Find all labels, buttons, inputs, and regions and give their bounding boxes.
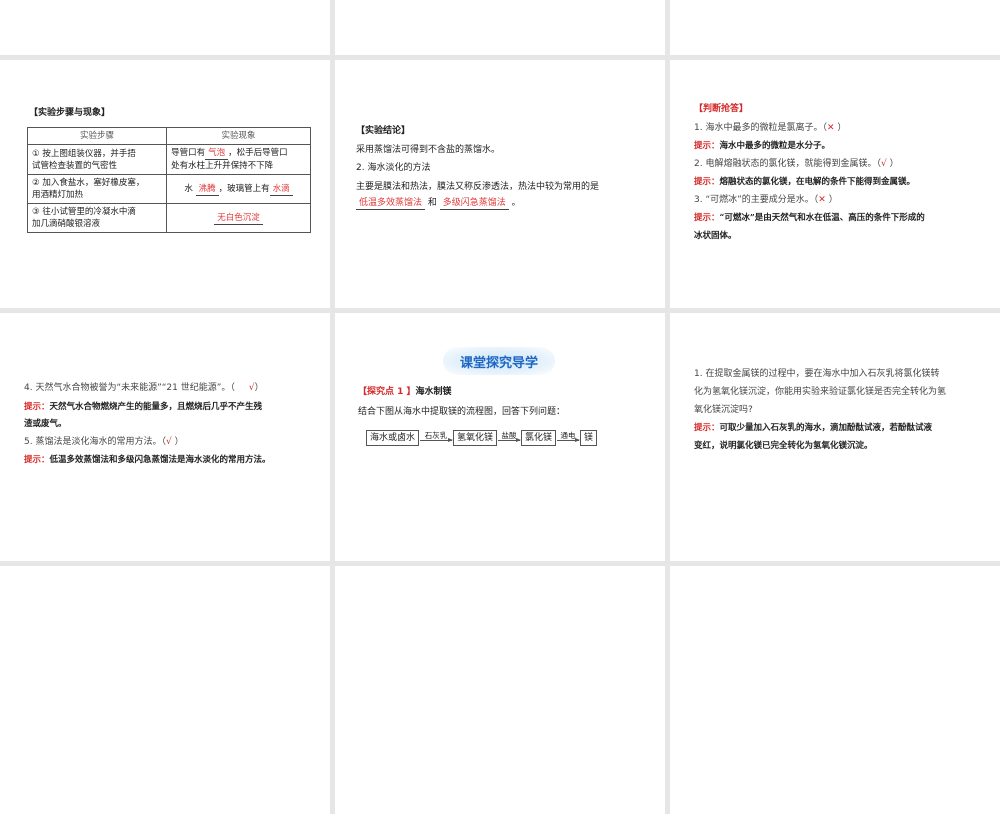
cross-icon: ✕ <box>826 123 835 133</box>
step-text: 加几滴硝酸银溶液 <box>32 219 101 229</box>
banner-cloud: 课堂探究导学 <box>443 347 555 375</box>
experiment-table: 实验步骤 实验现象 ① 按上图组装仪器，并手捂 试管检查装置的气密性 导管口有 气泡，… <box>26 127 311 233</box>
answer-blank: 多级闪急蒸馏法 <box>439 197 509 210</box>
text: 和 <box>427 198 437 208</box>
phenomenon-text: ，松手后导管口 <box>228 148 288 158</box>
hint-text: 可取少量加入石灰乳的海水，滴加酚酞试液，若酚酞试液 <box>719 423 933 433</box>
table-row: ② 加入食盐水，塞好橡皮塞， 用酒精灯加热 水 沸腾 ，玻璃管上有 水滴 <box>26 174 311 204</box>
hint-text: “可燃冰”是由天然气和水在低温、高压的条件下形成的 <box>719 213 925 223</box>
explore-tag: 【探究点 1 】 <box>358 387 416 397</box>
bracket: ） <box>886 159 899 169</box>
slide-judge[interactable]: 【判断抢答】 1. 海水中最多的微粒是氯离子。（✕ ） 提示：海水中最多的微粒是… <box>670 60 1000 308</box>
question: 5. 蒸馏法是淡化海水的常用方法。（ <box>24 437 166 447</box>
question: 3. “可燃冰”的主要成分是水。（ <box>694 195 819 205</box>
bracket: ） <box>171 437 184 447</box>
hint-text: 渣或废气。 <box>24 419 67 429</box>
hint-text: 冰状固体。 <box>694 231 737 241</box>
slide-thumbnail[interactable] <box>335 0 665 55</box>
slide-thumbnail[interactable] <box>335 566 665 814</box>
answer-blank: 无白色沉淀 <box>214 212 263 225</box>
section-title: 【实验结论】 <box>356 126 411 136</box>
hint-label: 提示： <box>694 213 720 223</box>
step-text: ① 按上图组装仪器，并手捂 <box>32 148 136 159</box>
banner-title: 课堂探究导学 <box>459 356 538 371</box>
slide-experiment-steps[interactable]: 【实验步骤与现象】 实验步骤 实验现象 ① 按上图组装仪器，并手捂 试管检查装置的气… <box>0 60 330 308</box>
text-line: 2. 海水淡化的方法 <box>356 163 431 173</box>
answer-blank: 水滴 <box>269 183 293 196</box>
hint-label: 提示： <box>694 141 720 151</box>
phenomenon-text: 水 <box>184 183 193 194</box>
hint-text: 变红，说明氯化镁已完全转化为氢氧化镁沉淀。 <box>694 441 873 451</box>
step-text: 用酒精灯加热 <box>32 190 84 200</box>
flow-arrow: 通电 <box>557 431 581 446</box>
flow-node: 氢氧化镁 <box>453 430 498 446</box>
table-row: ① 按上图组装仪器，并手捂 试管检查装置的气密性 导管口有 气泡 ，松手后导管口处有水… <box>26 144 311 175</box>
flow-node: 海水或卤水 <box>366 430 420 446</box>
intro-text: 结合下图从海水中提取镁的流程图，回答下列问题： <box>358 407 566 417</box>
text-line: 主要是膜法和热法，膜法又称反渗透法，热法中较为常用的是 <box>356 182 600 192</box>
step-text: ③ 往小试管里的冷凝水中滴 <box>32 207 136 217</box>
slide-thumbnail[interactable] <box>0 0 330 55</box>
arrow-label: 盐酸 <box>501 431 517 440</box>
flow-node: 氯化镁 <box>521 430 557 446</box>
question-text: 1. 在提取金属镁的过程中，要在海水中加入石灰乳将氯化镁转 <box>694 369 940 379</box>
bracket: ） <box>834 123 847 133</box>
step-text: 试管检查装置的气密性 <box>32 160 118 171</box>
column-header: 实验现象 <box>166 127 311 145</box>
answer-blank: 沸腾 <box>195 183 219 196</box>
step-text: ② 加入食盐水，塞好橡皮塞， <box>32 178 145 188</box>
bracket: ） <box>254 383 264 393</box>
arrow-label: 石灰乳 <box>424 431 448 440</box>
hint-label: 提示： <box>694 423 720 433</box>
topic: 海水制镁 <box>415 387 452 397</box>
flow-node: 镁 <box>580 430 598 446</box>
hint-text: 低温多效蒸馏法和多级闪急蒸馏法是海水淡化的常用方法。 <box>49 455 271 465</box>
hint-label: 提示： <box>694 177 720 187</box>
section-title: 【判断抢答】 <box>694 104 749 114</box>
question-text: 氧化镁沉淀吗? <box>694 405 753 415</box>
bracket: ） <box>825 195 838 205</box>
arrow-label: 通电 <box>560 431 576 440</box>
answer-blank: 气泡 <box>205 147 229 160</box>
text: 。 <box>511 198 521 208</box>
question: 4. 天然气水合物被誉为“未来能源”“21 世纪能源”。（ <box>24 383 235 393</box>
cross-icon: ✕ <box>818 195 826 205</box>
hint-text: 海水中最多的微粒是水分子。 <box>719 141 831 151</box>
slide-judge-continued[interactable]: 4. 天然气水合物被誉为“未来能源”“21 世纪能源”。（ √） 提示：天然气水合… <box>0 313 330 561</box>
section-title: 【实验步骤与现象】 <box>29 108 111 118</box>
column-header: 实验步骤 <box>26 127 168 145</box>
flow-arrow: 盐酸 <box>498 431 522 446</box>
text-line: 采用蒸馏法可得到不含盐的蒸馏水。 <box>356 145 501 155</box>
slide-thumbnail[interactable] <box>670 566 1000 814</box>
question-text: 化为氢氧化镁沉淀，你能用实验来验证氯化镁是否完全转化为氢 <box>694 387 947 397</box>
table-row: ③ 往小试管里的冷凝水中滴 加几滴硝酸银溶液 无白色沉淀 <box>26 203 311 233</box>
question: 1. 海水中最多的微粒是氯离子。（ <box>694 123 827 133</box>
hint-label: 提示： <box>24 402 50 412</box>
answer-blank: 低温多效蒸馏法 <box>356 197 426 210</box>
question: 2. 电解熔融状态的氯化镁，就能得到金属镁。（ <box>694 159 881 169</box>
flow-diagram: 海水或卤水 石灰乳 氢氧化镁 盐酸 氯化镁 通电 镁 <box>366 430 598 446</box>
hint-text: 熔融状态的氯化镁，在电解的条件下能得到金属镁。 <box>719 177 916 187</box>
slide-thumbnail[interactable] <box>0 566 330 814</box>
phenomenon-text: ，玻璃管上有 <box>218 183 270 194</box>
slide-conclusion[interactable]: 【实验结论】 采用蒸馏法可得到不含盐的蒸馏水。 2. 海水淡化的方法 主要是膜法… <box>335 60 665 308</box>
slide-question[interactable]: 1. 在提取金属镁的过程中，要在海水中加入石灰乳将氯化镁转 化为氢氧化镁沉淀，你… <box>670 313 1000 561</box>
hint-label: 提示： <box>24 455 50 465</box>
slide-thumbnail[interactable] <box>670 0 1000 55</box>
hint-text: 天然气水合物燃烧产生的能量多，且燃烧后几乎不产生残 <box>49 402 263 412</box>
flow-arrow: 石灰乳 <box>420 431 454 446</box>
phenomenon-text: 处有水柱上升并保持不下降 <box>171 161 274 171</box>
phenomenon-text: 导管口有 <box>171 148 206 158</box>
slide-explore[interactable]: 课堂探究导学 【探究点 1 】海水制镁 结合下图从海水中提取镁的流程图，回答下列… <box>335 313 665 561</box>
